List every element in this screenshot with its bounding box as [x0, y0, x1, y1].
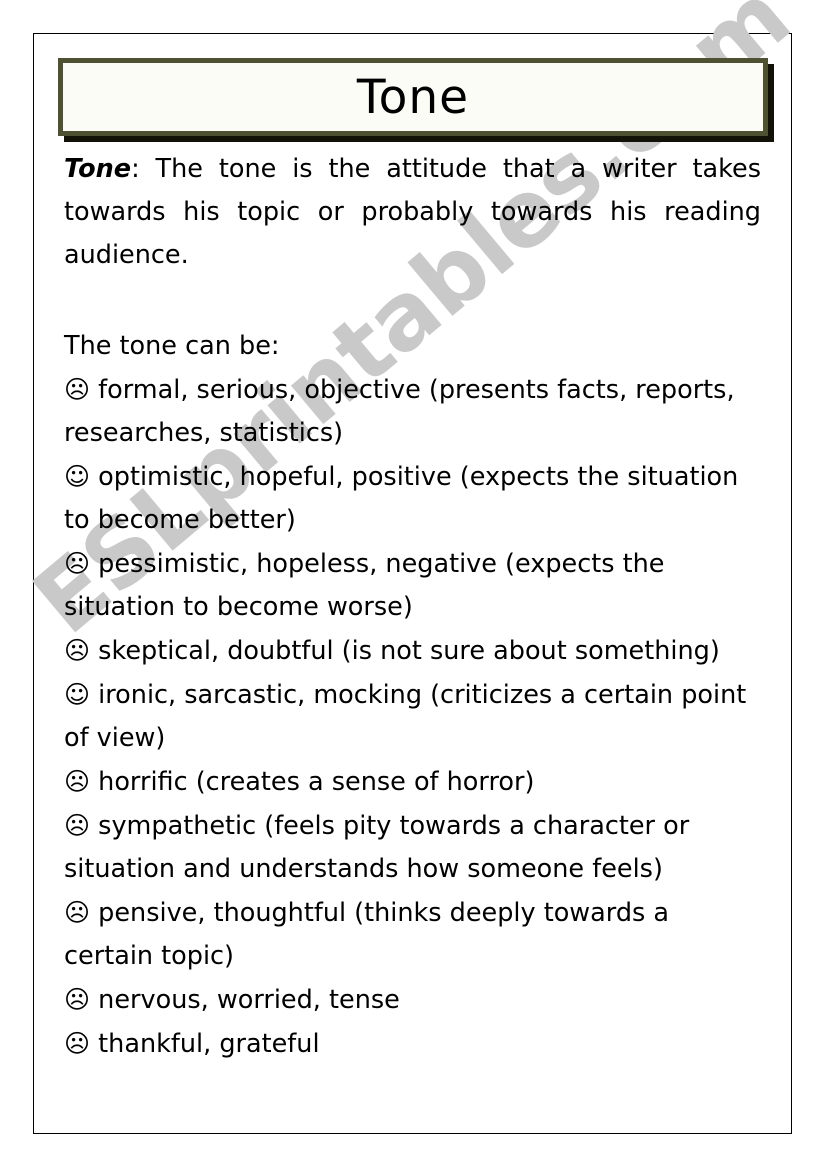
intro-paragraph: Tone: The tone is the attitude that a wr… — [64, 148, 761, 277]
tone-item-spacer — [90, 549, 98, 579]
tone-item-spacer — [90, 375, 98, 405]
tone-list-item: ☹ pessimistic, hopeless, negative (expec… — [64, 542, 764, 629]
frowning-face-icon: ☹ — [64, 811, 91, 840]
page-title: Tone — [356, 69, 470, 125]
tone-list-item: ☹ horrific (creates a sense of horror) — [64, 760, 764, 804]
worksheet-content: Tone: The tone is the attitude that a wr… — [64, 148, 764, 1066]
tone-item-spacer — [90, 767, 98, 797]
intro-definition: : The tone is the attitude that a writer… — [64, 154, 761, 270]
tone-item-label: optimistic, hopeful, positive (expects t… — [64, 462, 739, 535]
tone-list-item: ☹ sympathetic (feels pity towards a char… — [64, 804, 764, 891]
tone-list: ☹ formal, serious, objective (presents f… — [64, 368, 764, 1066]
tone-item-spacer — [90, 898, 98, 928]
smiling-face-icon: ☺ — [64, 680, 91, 709]
title-banner: Tone — [58, 58, 768, 136]
lead-in-text: The tone can be: — [64, 331, 280, 361]
tone-item-label: sympathetic (feels pity towards a charac… — [64, 811, 690, 884]
frowning-face-icon: ☹ — [64, 549, 91, 578]
worksheet-page: ESLprintables.com Tone Tone: The tone is… — [0, 0, 821, 1169]
tone-item-label: pessimistic, hopeless, negative (expects… — [64, 549, 665, 622]
tone-item-label: ironic, sarcastic, mocking (criticizes a… — [64, 680, 747, 753]
tone-item-spacer — [90, 680, 98, 710]
tone-list-item: ☹ skeptical, doubtful (is not sure about… — [64, 629, 764, 673]
neutral-face-icon: ☹ — [64, 375, 91, 404]
tone-list-item: ☹ nervous, worried, tense — [64, 978, 764, 1022]
tone-item-label: nervous, worried, tense — [98, 985, 400, 1015]
tone-item-label: horrific (creates a sense of horror) — [98, 767, 535, 797]
tone-item-label: skeptical, doubtful (is not sure about s… — [98, 636, 720, 666]
neutral-face-icon: ☹ — [64, 1029, 91, 1058]
tone-item-label: formal, serious, objective (presents fac… — [64, 375, 735, 448]
tone-item-label: thankful, grateful — [98, 1029, 320, 1059]
smiling-face-icon: ☺ — [64, 462, 91, 491]
tone-item-spacer — [90, 636, 98, 666]
tone-list-item: ☺ ironic, sarcastic, mocking (criticizes… — [64, 673, 764, 760]
intro-term: Tone — [64, 154, 132, 184]
tone-item-spacer — [90, 462, 98, 492]
tone-item-spacer — [90, 1029, 98, 1059]
tone-list-item: ☹ formal, serious, objective (presents f… — [64, 368, 764, 455]
frowning-face-icon: ☹ — [64, 985, 91, 1014]
tone-list-item: ☺ optimistic, hopeful, positive (expects… — [64, 455, 764, 542]
neutral-face-icon: ☹ — [64, 898, 91, 927]
tone-list-item: ☹ thankful, grateful — [64, 1022, 764, 1066]
tone-item-spacer — [90, 985, 98, 1015]
neutral-face-icon: ☹ — [64, 636, 91, 665]
tone-item-spacer — [90, 811, 98, 841]
tone-list-item: ☹ pensive, thoughtful (thinks deeply tow… — [64, 891, 764, 978]
frowning-face-icon: ☹ — [64, 767, 91, 796]
tone-item-label: pensive, thoughtful (thinks deeply towar… — [64, 898, 670, 971]
